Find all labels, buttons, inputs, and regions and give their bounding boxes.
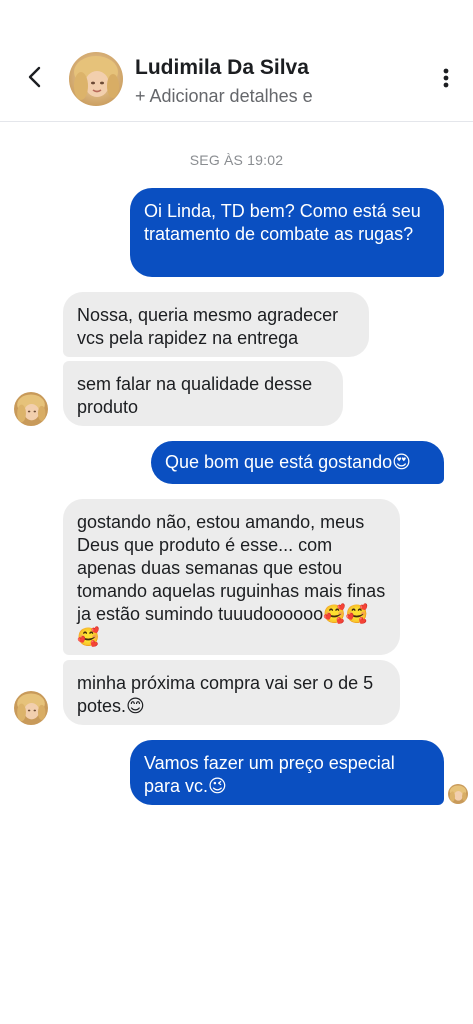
message-text: gostando não, estou amando, meus Deus qu…	[77, 512, 386, 647]
message-bubble-outgoing[interactable]: Vamos fazer um preço especial para vc.😉	[130, 740, 444, 805]
message-text: minha próxima compra vai ser o de 5 pote…	[77, 673, 374, 716]
more-vertical-icon	[443, 68, 449, 88]
contact-avatar-small	[14, 691, 48, 725]
message-bubble-incoming[interactable]: Nossa, queria mesmo agradecer vcs pela r…	[63, 292, 369, 357]
chat-header: Ludimila Da Silva + Adicionar detalhes e	[0, 0, 473, 122]
message-text: sem falar na qualidade desse produto	[77, 374, 313, 417]
message-text: Vamos fazer um preço especial para vc.😉	[144, 753, 395, 796]
message-bubble-incoming[interactable]: gostando não, estou amando, meus Deus qu…	[63, 499, 400, 655]
message-text: Que bom que está gostando😍	[165, 452, 411, 472]
contact-name[interactable]: Ludimila Da Silva	[135, 56, 309, 80]
message-bubble-incoming[interactable]: sem falar na qualidade desse produto	[63, 361, 343, 426]
more-options-button[interactable]	[432, 64, 460, 92]
conversation-timestamp: SEG ÀS 19:02	[189, 152, 284, 168]
chevron-left-icon	[28, 66, 41, 88]
message-text: Oi Linda, TD bem? Como está seu tratamen…	[144, 201, 421, 244]
back-button[interactable]	[20, 62, 50, 92]
message-text: Nossa, queria mesmo agradecer vcs pela r…	[77, 305, 339, 348]
seen-indicator-avatar	[448, 784, 468, 804]
contact-avatar-small	[14, 392, 48, 426]
message-bubble-outgoing[interactable]: Oi Linda, TD bem? Como está seu tratamen…	[130, 188, 444, 277]
add-details-link[interactable]: + Adicionar detalhes e	[135, 86, 313, 107]
message-bubble-incoming[interactable]: minha próxima compra vai ser o de 5 pote…	[63, 660, 400, 725]
contact-avatar[interactable]	[69, 52, 123, 106]
message-bubble-outgoing[interactable]: Que bom que está gostando😍	[151, 441, 444, 484]
